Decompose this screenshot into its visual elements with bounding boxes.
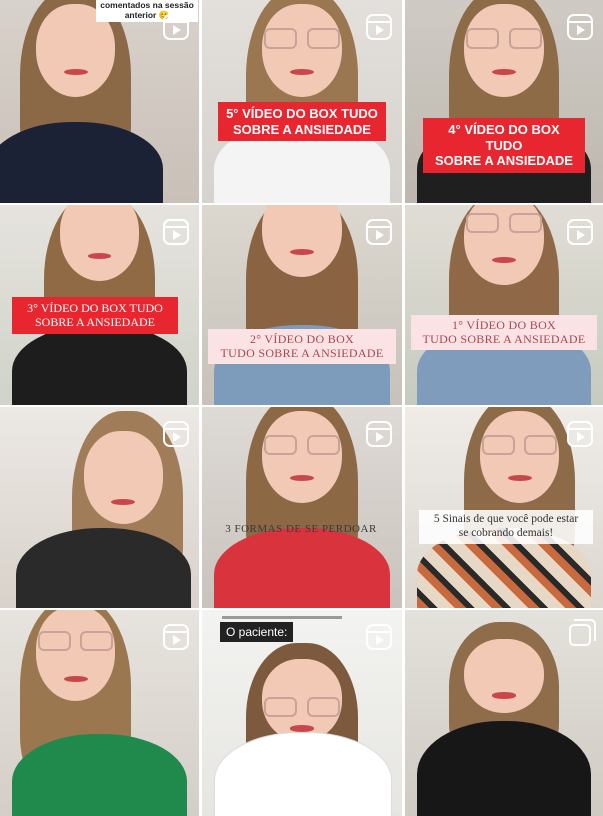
person-lips	[492, 69, 516, 76]
post-tile-10[interactable]	[0, 610, 199, 816]
person-glasses	[466, 213, 542, 233]
post-tile-2[interactable]: 5° VÍDEO DO BOX TUDO SOBRE A ANSIEDADE	[202, 0, 402, 203]
post-caption: 5° VÍDEO DO BOX TUDO SOBRE A ANSIEDADE	[218, 102, 386, 142]
reels-icon	[366, 624, 392, 650]
carousel-icon	[569, 619, 596, 646]
reels-icon	[366, 421, 392, 447]
person-face	[83, 431, 164, 524]
person-glasses	[264, 28, 340, 49]
person-glasses	[264, 696, 340, 718]
person-face	[464, 4, 544, 98]
person-glasses	[264, 435, 340, 456]
profile-post-grid: comentados na sessão anterior 😊 5° VÍDEO…	[0, 0, 603, 816]
person-lips	[492, 692, 516, 699]
reels-icon	[163, 421, 189, 447]
reels-icon	[567, 14, 593, 40]
reels-icon	[567, 421, 593, 447]
reels-icon	[366, 14, 392, 40]
person-lips	[87, 253, 112, 259]
person-glasses	[482, 435, 558, 456]
person-lips	[290, 249, 314, 255]
post-text-line	[222, 616, 342, 619]
post-tile-8[interactable]: 3 FORMAS DE SE PERDOAR	[202, 407, 402, 608]
person-body	[416, 721, 592, 816]
post-tile-5[interactable]: 2° VÍDEO DO BOX TUDO SOBRE A ANSIEDADE	[202, 205, 402, 405]
post-caption: 3 FORMAS DE SE PERDOAR	[225, 523, 377, 535]
person-face	[262, 4, 342, 98]
post-tile-4[interactable]: 3° VÍDEO DO BOX TUDO SOBRE A ANSIEDADE	[0, 205, 199, 405]
post-tile-12[interactable]	[405, 610, 603, 816]
post-tile-7[interactable]	[0, 407, 199, 608]
post-caption: 2° VÍDEO DO BOX TUDO SOBRE A ANSIEDADE	[208, 329, 396, 364]
post-caption: 5 Sinais de que você pode estar se cobra…	[419, 510, 593, 544]
person-face	[35, 610, 116, 701]
person-face	[464, 638, 544, 713]
person-lips	[63, 69, 88, 76]
reels-icon	[366, 219, 392, 245]
post-tile-11[interactable]: O paciente:	[202, 610, 402, 816]
post-caption: 1° VÍDEO DO BOX TUDO SOBRE A ANSIEDADE	[411, 315, 597, 350]
person-body	[11, 325, 188, 405]
person-glasses	[37, 630, 114, 652]
person-lips	[63, 675, 88, 683]
post-tile-9[interactable]: 5 Sinais de que você pode estar se cobra…	[405, 407, 603, 608]
post-tile-6[interactable]: 1° VÍDEO DO BOX TUDO SOBRE A ANSIEDADE	[405, 205, 603, 405]
post-tile-1[interactable]: comentados na sessão anterior 😊	[0, 0, 199, 203]
reels-icon	[567, 219, 593, 245]
reels-icon	[163, 14, 189, 40]
post-caption: O paciente:	[220, 622, 294, 643]
person-glasses	[466, 28, 542, 49]
post-caption: 3° VÍDEO DO BOX TUDO SOBRE A ANSIEDADE	[12, 297, 178, 334]
post-caption: 4° VÍDEO DO BOX TUDO SOBRE A ANSIEDADE	[423, 118, 585, 173]
reels-icon	[163, 624, 189, 650]
post-tile-3[interactable]: 4° VÍDEO DO BOX TUDO SOBRE A ANSIEDADE	[405, 0, 603, 203]
reels-icon	[163, 219, 189, 245]
person-lips	[492, 257, 516, 263]
person-face	[262, 411, 342, 504]
person-lips	[290, 725, 314, 732]
